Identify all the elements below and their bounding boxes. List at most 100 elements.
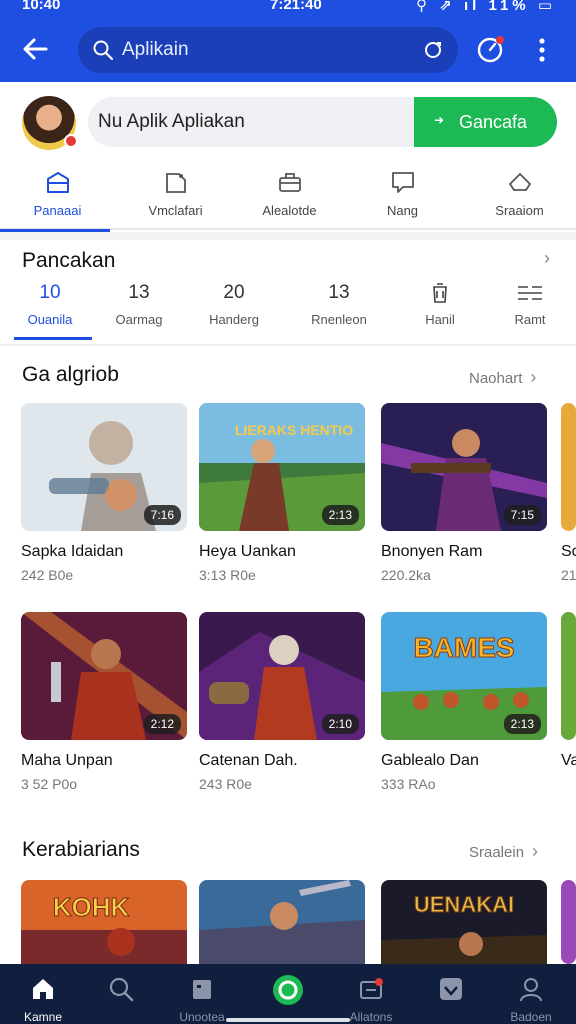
game-thumbnail: 2:10 — [199, 612, 365, 740]
nav-item-badoen[interactable]: Badoen — [490, 964, 572, 1024]
see-more-label: Sraalein — [469, 844, 525, 861]
game-card-partial[interactable]: Sc 21 — [561, 403, 576, 583]
more-icon[interactable] — [530, 36, 554, 64]
stat-tab-ramt[interactable]: Ramt — [480, 282, 576, 327]
game-size: 3 52 P0o — [21, 776, 78, 792]
tab-alealotde[interactable]: Alealotde — [232, 164, 347, 230]
stat-label: Handerg — [209, 312, 259, 327]
status-icons: ⚲ ⇗ ıl 11% ▭ — [416, 0, 556, 14]
home-indicator[interactable] — [226, 1018, 350, 1022]
game-title: Sapka Idaidan — [21, 543, 124, 560]
game-title: Va — [561, 752, 576, 769]
stat-count: 20 — [223, 282, 245, 303]
divider — [0, 344, 576, 346]
search-submit-button[interactable]: ➜ Gancafa — [414, 97, 557, 147]
game-card[interactable]: 7:15 Bnonyen Ram 220.2ka — [381, 403, 547, 583]
tab-vmclafari[interactable]: Vmclafari — [118, 164, 233, 230]
back-arrow-icon[interactable] — [18, 32, 52, 66]
game-card[interactable]: 2:10 Catenan Dah. 243 R0e — [199, 612, 365, 792]
game-thumbnail — [561, 880, 576, 964]
game-thumbnail — [561, 612, 576, 740]
game-card[interactable]: KOHK — [21, 880, 187, 964]
game-card[interactable]: LIERAKS HENTIO 2:13 Heya Uankan 3:13 R0e — [199, 403, 365, 583]
game-size: 242 B0e — [21, 567, 74, 583]
game-title: Heya Uankan — [199, 543, 296, 560]
app-search-value: Nu Aplik Apliakan — [98, 111, 245, 132]
nav-item-shield[interactable] — [410, 964, 492, 1024]
game-title: Bnonyen Ram — [381, 543, 483, 560]
avatar-badge — [64, 134, 78, 148]
nav-item-unootea[interactable]: Unootea — [161, 964, 243, 1024]
store-icon — [45, 170, 71, 194]
stat-tab-rnenleon[interactable]: 13 Rnenleon — [289, 282, 389, 327]
chevron-right-icon[interactable]: › — [536, 248, 550, 269]
nav-item-home[interactable]: Kamne — [2, 964, 84, 1024]
stat-label: Oarmag — [115, 312, 163, 327]
tab-panaaai[interactable]: Panaaai — [0, 164, 115, 232]
search-icon — [92, 39, 114, 61]
game-title: Sc — [561, 543, 576, 560]
game-card[interactable]: BAMES 2:13 Gablealo Dan 333 RAo — [381, 612, 547, 792]
game-card-partial[interactable]: Va — [561, 612, 576, 776]
home-icon — [30, 976, 56, 1002]
duration-badge: 2:10 — [321, 714, 359, 734]
game-card[interactable]: UENAKAI — [381, 880, 547, 964]
game-thumbnail: UENAKAI — [381, 880, 547, 964]
briefcase-icon — [277, 170, 303, 194]
chevron-right-icon: › — [530, 367, 537, 387]
banner-title: KOHK — [53, 892, 130, 922]
search-submit-label: Gancafa — [459, 112, 528, 132]
game-thumbnail: 7:15 — [381, 403, 547, 531]
nav-item-search[interactable] — [80, 964, 162, 1024]
app-search-field[interactable]: Nu Aplik Apliakan — [88, 97, 416, 147]
banner-title: LIERAKS HENTIO — [235, 422, 353, 438]
stat-tab-ouanila[interactable]: 10 Ouanila — [0, 282, 100, 327]
apps-icon — [358, 976, 384, 1002]
stat-label: Rnenleon — [311, 312, 367, 327]
see-more-link[interactable]: Naohart › — [469, 367, 536, 388]
game-thumbnail: BAMES 2:13 — [381, 612, 547, 740]
tab-label: Nang — [386, 203, 419, 218]
search-icon — [108, 976, 134, 1002]
tab-nang[interactable]: Nang — [345, 164, 460, 230]
game-title: Maha Unpan — [21, 752, 113, 769]
game-card[interactable]: 7:16 Sapka Idaidan 242 B0e — [21, 403, 187, 583]
list-icon — [480, 282, 576, 306]
duration-badge: 7:15 — [503, 505, 541, 525]
game-size: 21 — [561, 567, 576, 583]
see-more-label: Naohart — [469, 370, 523, 387]
avatar[interactable] — [22, 96, 78, 150]
game-card-partial[interactable] — [561, 880, 576, 964]
game-card[interactable] — [199, 880, 365, 964]
search-bar[interactable]: Aplikain — [78, 27, 458, 73]
tab-label: Sraaiom — [495, 203, 544, 218]
game-title: Gablealo Dan — [381, 752, 479, 769]
box-icon — [189, 976, 215, 1002]
stat-count: 10 — [39, 282, 61, 303]
green-circle-icon — [272, 974, 304, 1006]
duration-badge: 2:13 — [503, 714, 541, 734]
trash-icon — [390, 282, 490, 306]
status-clock: 7:21:40 — [270, 0, 322, 13]
stat-label: Hanil — [425, 312, 455, 327]
folder-icon — [163, 170, 189, 194]
stat-tab-oarmag[interactable]: 13 Oarmag — [89, 282, 189, 327]
status-bar: 10:40 7:21:40 ⚲ ⇗ ıl 11% ▭ — [0, 0, 576, 16]
game-card[interactable]: 2:12 Maha Unpan 3 52 P0o — [21, 612, 187, 792]
search-input[interactable]: Aplikain — [122, 39, 189, 61]
scan-icon[interactable] — [422, 39, 444, 61]
stat-tabs: 10 Ouanila 13 Oarmag 20 Handerg 13 Rnenl… — [0, 282, 576, 342]
section-title-pancakan: Pancakan — [22, 249, 116, 272]
tab-label: Panaaai — [33, 203, 82, 218]
see-more-link[interactable]: Sraalein › — [469, 841, 538, 862]
shield-icon — [438, 976, 464, 1002]
stat-tab-hanil[interactable]: Hanil — [390, 282, 490, 327]
nav-item-allatons[interactable]: Allatons — [330, 964, 412, 1024]
stat-count: 13 — [128, 282, 150, 303]
duration-badge: 2:13 — [321, 505, 359, 525]
stat-tab-handerg[interactable]: 20 Handerg — [184, 282, 284, 327]
notification-icon[interactable] — [476, 34, 506, 64]
tab-sraaiom[interactable]: Sraaiom — [462, 164, 576, 230]
stat-count: 13 — [328, 282, 350, 303]
nav-item-center[interactable] — [247, 964, 329, 1024]
